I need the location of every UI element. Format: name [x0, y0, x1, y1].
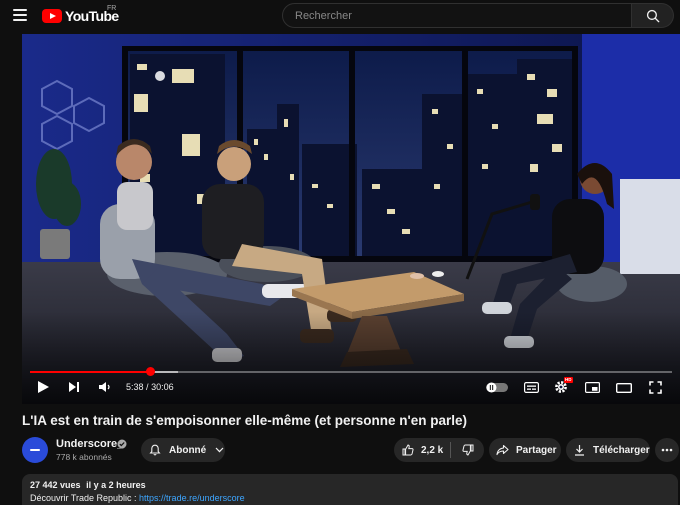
search-button[interactable] [632, 3, 674, 28]
promo-link[interactable]: https://trade.re/underscore [139, 493, 245, 503]
promo-text: Découvrir Trade Republic : [30, 493, 140, 503]
play-icon[interactable] [36, 380, 50, 394]
subscriber-count: 778 k abonnés [56, 452, 112, 462]
verified-icon [117, 439, 127, 449]
search-input[interactable] [283, 4, 631, 27]
download-icon [575, 445, 584, 456]
thumbs-up-icon [402, 444, 414, 456]
more-horizontal-icon [661, 448, 673, 452]
bell-icon [149, 444, 161, 456]
upload-time: il y a 2 heures [86, 480, 146, 490]
miniplayer-icon[interactable] [585, 382, 600, 393]
progress-bar[interactable] [30, 367, 672, 376]
channel-logo-mark [30, 449, 40, 451]
theater-mode-icon[interactable] [616, 383, 632, 393]
share-label: Partager [516, 444, 557, 456]
view-count: 27 442 vues [30, 480, 81, 490]
video-frame [22, 34, 680, 404]
volume-icon[interactable] [98, 381, 111, 393]
download-label: Télécharger [593, 444, 650, 456]
channel-avatar[interactable] [22, 437, 48, 463]
subscribe-label: Abonné [169, 444, 207, 456]
scrubber-handle[interactable] [146, 367, 156, 376]
search-icon [646, 9, 660, 23]
youtube-play-icon [42, 9, 62, 23]
hd-badge: HD [564, 377, 573, 383]
thumbs-down-icon [461, 444, 473, 456]
subtitles-icon[interactable] [524, 382, 539, 393]
next-icon[interactable] [68, 381, 80, 393]
subscribed-button[interactable]: Abonné [141, 438, 225, 462]
chevron-down-icon [215, 447, 224, 453]
duration: 30:06 [151, 382, 174, 392]
like-dislike-group: 2,2 k [394, 438, 484, 462]
video-title: L'IA est en train de s'empoisonner elle-… [22, 413, 467, 428]
search-box [282, 3, 632, 28]
download-button[interactable]: Télécharger [566, 438, 650, 462]
masthead: YouTube FR [0, 0, 680, 34]
share-button[interactable]: Partager [489, 438, 561, 462]
progress-played [30, 371, 151, 373]
region-code: FR [107, 5, 117, 12]
menu-icon[interactable] [13, 9, 27, 21]
like-button[interactable]: 2,2 k [394, 438, 450, 462]
fullscreen-icon[interactable] [649, 381, 662, 394]
channel-name[interactable]: Underscore_ [56, 438, 123, 450]
description-text: Découvrir Trade Republic : https://trade… [30, 493, 245, 503]
dislike-button[interactable] [451, 438, 484, 462]
more-actions-button[interactable] [655, 438, 679, 462]
view-stats: 27 442 vues il y a 2 heures [30, 480, 146, 490]
share-arrow-icon [496, 444, 509, 456]
current-time: 5:38 [126, 382, 144, 392]
like-count: 2,2 k [421, 444, 444, 456]
video-player[interactable]: 5:38 / 30:06 HD [22, 34, 680, 404]
description-box[interactable]: 27 442 vues il y a 2 heures Découvrir Tr… [22, 474, 678, 505]
autoplay-toggle-icon[interactable] [486, 382, 508, 393]
time-display: 5:38 / 30:06 [126, 382, 174, 392]
